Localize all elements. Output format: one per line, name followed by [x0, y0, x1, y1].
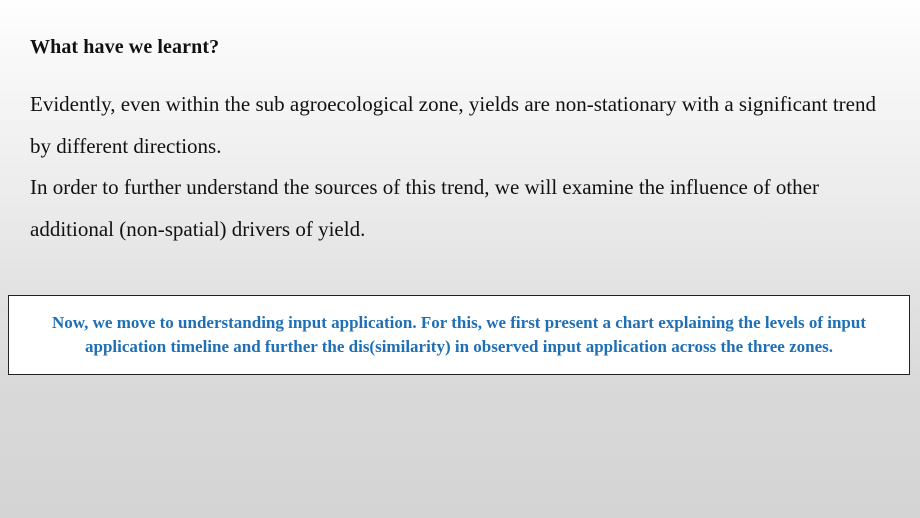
callout-box: Now, we move to understanding input appl… [8, 295, 910, 375]
paragraph-next-steps: In order to further understand the sourc… [30, 175, 819, 241]
slide-body: Evidently, even within the sub agroecolo… [30, 84, 890, 250]
callout-text: Now, we move to understanding input appl… [52, 312, 866, 357]
paragraph-trend-finding: Evidently, even within the sub agroecolo… [30, 92, 876, 158]
slide-heading: What have we learnt? [30, 36, 220, 58]
slide: What have we learnt? Evidently, even wit… [0, 0, 920, 518]
